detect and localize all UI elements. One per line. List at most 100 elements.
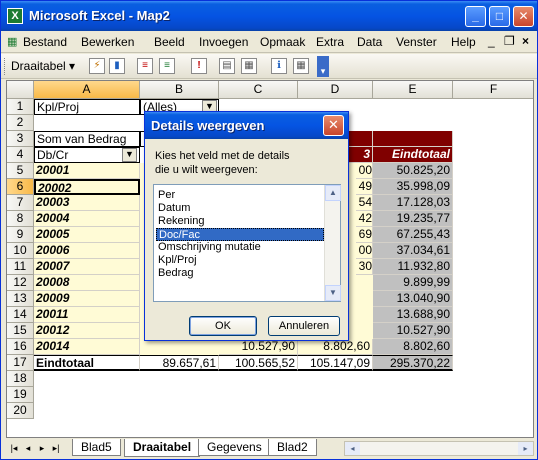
chart-wizard-icon[interactable]: ▮ [109, 58, 125, 74]
last-sheet-icon[interactable]: ▸| [50, 441, 62, 455]
select-all-corner[interactable] [7, 81, 34, 99]
header-fill-e3[interactable] [373, 131, 453, 147]
menu-extra[interactable]: Extra [316, 35, 344, 49]
field-settings-icon[interactable]: ▦ [241, 58, 257, 74]
prev-sheet-icon[interactable]: ◂ [22, 441, 34, 455]
menu-data[interactable]: Data [357, 35, 382, 49]
scroll-down-icon[interactable]: ▼ [325, 285, 341, 301]
excel-app-icon[interactable]: X [7, 8, 23, 24]
row-header[interactable]: 4 [7, 147, 34, 163]
ok-button[interactable]: OK [189, 316, 257, 336]
menu-bewerken[interactable]: Bewerken [81, 35, 134, 49]
include-hidden-icon[interactable]: ▤ [219, 58, 235, 74]
hide-detail-icon[interactable]: ≡ [137, 58, 153, 74]
column-header-a[interactable]: A [34, 81, 140, 99]
dialog-close-button[interactable]: ✕ [323, 115, 344, 136]
data-field-label[interactable]: Som van Bedrag [34, 131, 140, 147]
grand-total-b[interactable]: 89.657,61 [140, 355, 219, 371]
scroll-right-icon[interactable]: ▸ [518, 442, 533, 455]
row-item[interactable]: 20009 [34, 291, 140, 307]
close-button[interactable]: ✕ [513, 6, 534, 27]
field-option[interactable]: Per [156, 189, 324, 202]
d-value[interactable]: 54 [356, 195, 373, 211]
column-header-f[interactable]: F [453, 81, 533, 99]
row-header[interactable]: 6 [7, 179, 34, 195]
row-item[interactable]: 20011 [34, 307, 140, 323]
toolbar-options-icon[interactable]: ▾ [317, 56, 329, 77]
row-header[interactable]: 2 [7, 115, 34, 131]
d-value[interactable]: 49 [356, 179, 373, 195]
menu-beeld[interactable]: Beeld [154, 35, 185, 49]
column-header-c[interactable]: C [219, 81, 298, 99]
first-sheet-icon[interactable]: |◂ [8, 441, 20, 455]
field-option[interactable]: Bedrag [156, 267, 324, 280]
field-option[interactable]: Rekening [156, 215, 324, 228]
toolbar-grip[interactable] [4, 58, 7, 75]
minimize-button[interactable]: _ [465, 6, 486, 27]
row-grand-total[interactable]: 19.235,77 [373, 211, 453, 227]
grand-total-e[interactable]: 295.370,22 [373, 355, 453, 371]
row-item[interactable]: 20007 [34, 259, 140, 275]
table-options-icon[interactable]: ▦ [293, 58, 309, 74]
row-grand-total[interactable]: 17.128,03 [373, 195, 453, 211]
field-listbox[interactable]: Per Datum Rekening Doc/Fac Omschrijving … [153, 184, 341, 302]
field-option[interactable]: Datum [156, 202, 324, 215]
column-header-b[interactable]: B [140, 81, 219, 99]
row-header[interactable]: 19 [7, 387, 34, 403]
grand-total-c[interactable]: 100.565,52 [219, 355, 298, 371]
d-value[interactable]: 00 [356, 243, 373, 259]
row-header[interactable]: 17 [7, 355, 34, 371]
row-header[interactable]: 15 [7, 323, 34, 339]
field-option[interactable]: Omschrijving mutatie [156, 241, 324, 254]
cancel-button[interactable]: Annuleren [268, 316, 340, 336]
grand-total-header[interactable]: Eindtotaal [373, 147, 453, 163]
row-grand-total[interactable]: 13.040,90 [373, 291, 453, 307]
row-header[interactable]: 7 [7, 195, 34, 211]
grand-total-d[interactable]: 105.147,09 [298, 355, 373, 371]
menu-bestand[interactable]: Bestand [23, 35, 67, 49]
refresh-data-icon[interactable]: ! [191, 58, 207, 74]
scroll-up-icon[interactable]: ▲ [325, 185, 341, 201]
sheet-tab-blad2[interactable]: Blad2 [268, 439, 317, 456]
title-bar[interactable]: X Microsoft Excel - Map2 _ □ ✕ [1, 1, 537, 31]
dialog-title-bar[interactable]: Details weergeven ✕ [145, 112, 348, 139]
d-value[interactable]: 00 [356, 163, 373, 179]
d-value[interactable]: 42 [356, 211, 373, 227]
row-item[interactable]: 20005 [34, 227, 140, 243]
maximize-button[interactable]: □ [489, 6, 510, 27]
row-grand-total[interactable]: 37.034,61 [373, 243, 453, 259]
row-grand-total[interactable]: 11.932,80 [373, 259, 453, 275]
row-header[interactable]: 3 [7, 131, 34, 147]
row-grand-total[interactable]: 10.527,90 [373, 323, 453, 339]
column-header-e[interactable]: E [373, 81, 453, 99]
doc-minimize-icon[interactable]: _ [488, 34, 495, 48]
row-header[interactable]: 13 [7, 291, 34, 307]
sheet-tab-gegevens[interactable]: Gegevens [198, 439, 271, 456]
row-item[interactable]: 20012 [34, 323, 140, 339]
grand-total-label[interactable]: Eindtotaal [34, 355, 140, 371]
row-field-dropdown-icon[interactable]: ▼ [122, 148, 137, 162]
row-grand-total[interactable]: 13.688,90 [373, 307, 453, 323]
sheet-tab-draaitabel[interactable]: Draaitabel [124, 439, 201, 457]
doc-restore-icon[interactable]: ❐ [504, 34, 515, 48]
format-report-icon[interactable]: ⚡ [89, 58, 105, 74]
horizontal-scrollbar[interactable]: ◂ ▸ [344, 441, 534, 456]
field-list-icon[interactable]: ℹ [271, 58, 287, 74]
d-value-row-16[interactable]: 8.802,60 [298, 339, 373, 355]
doc-close-icon[interactable]: × [522, 34, 529, 48]
row-header[interactable]: 14 [7, 307, 34, 323]
menu-invoegen[interactable]: Invoegen [199, 35, 248, 49]
row-item[interactable]: 20008 [34, 275, 140, 291]
row-header[interactable]: 16 [7, 339, 34, 355]
field-option-selected[interactable]: Doc/Fac [156, 228, 324, 241]
menu-opmaak[interactable]: Opmaak [260, 35, 305, 49]
row-grand-total[interactable]: 9.899,99 [373, 275, 453, 291]
row-item[interactable]: 20014 [34, 339, 140, 355]
row-header[interactable]: 11 [7, 259, 34, 275]
row-header[interactable]: 18 [7, 371, 34, 387]
row-item[interactable]: 20001 [34, 163, 140, 179]
menu-help[interactable]: Help [451, 35, 476, 49]
d-value[interactable]: 69 [356, 227, 373, 243]
row-item[interactable]: 20004 [34, 211, 140, 227]
row-grand-total[interactable]: 67.255,43 [373, 227, 453, 243]
